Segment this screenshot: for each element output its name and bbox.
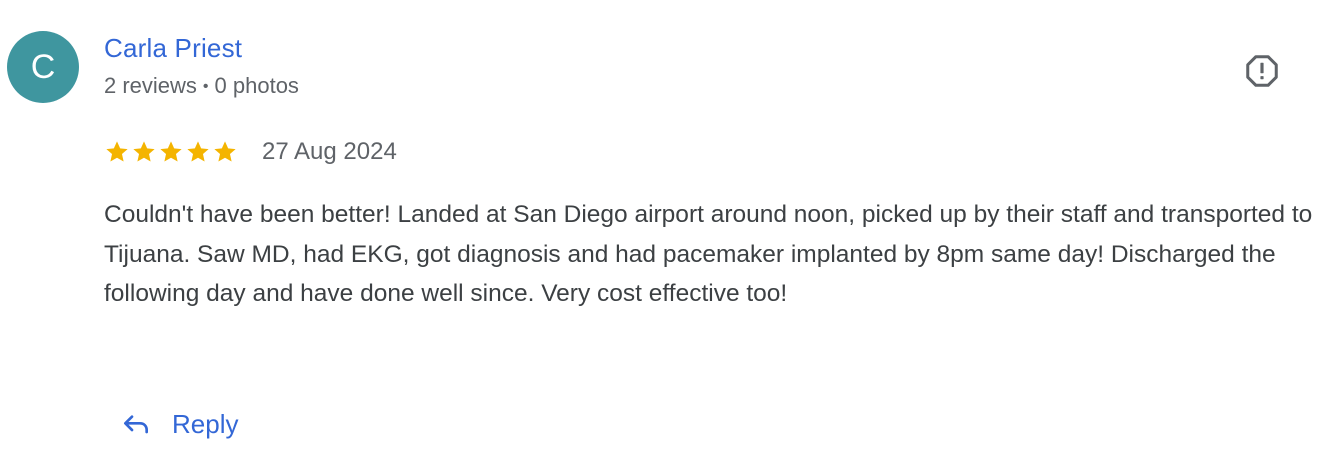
reply-button[interactable]: Reply xyxy=(110,400,248,448)
author-name-link[interactable]: Carla Priest xyxy=(104,33,242,64)
report-flag-icon xyxy=(1246,55,1278,87)
reviews-count: 2 reviews xyxy=(104,73,197,98)
star-icon xyxy=(160,141,182,162)
meta-separator: • xyxy=(202,78,209,95)
star-rating xyxy=(104,139,238,165)
report-review-button[interactable] xyxy=(1240,50,1284,92)
avatar-letter: C xyxy=(30,47,56,86)
author-meta: 2 reviews • 0 photos xyxy=(104,73,299,99)
review-text: Couldn't have been better! Landed at San… xyxy=(104,201,1313,307)
photos-count: 0 photos xyxy=(214,73,299,98)
avatar[interactable]: C xyxy=(7,31,79,103)
star-icon xyxy=(133,141,155,162)
star-icon xyxy=(106,141,128,162)
star-icon xyxy=(187,141,209,162)
reply-label: Reply xyxy=(172,408,239,439)
star-icon xyxy=(214,141,236,162)
reply-arrow-icon xyxy=(124,415,148,434)
review-date: 27 Aug 2024 xyxy=(262,138,397,165)
rating-row: 27 Aug 2024 xyxy=(104,136,397,168)
review-card: C Carla Priest 2 reviews • 0 photos 27 Aug… xyxy=(0,0,1332,474)
